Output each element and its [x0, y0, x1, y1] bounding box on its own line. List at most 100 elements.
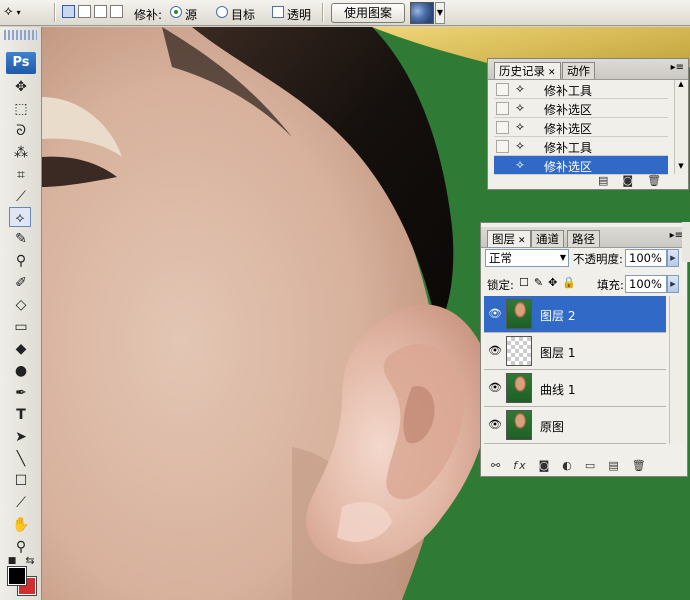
type-tool-icon[interactable]: T: [10, 405, 32, 425]
layer-row[interactable]: 👁 图层 1: [484, 333, 666, 370]
eye-icon[interactable]: 👁: [488, 344, 502, 357]
layer-style-icon[interactable]: fx: [513, 459, 527, 472]
eye-icon[interactable]: 👁: [488, 307, 502, 320]
foreground-color-swatch[interactable]: [7, 566, 27, 586]
history-snapshot-checkbox[interactable]: [496, 121, 509, 134]
subtract-selection-mode-button[interactable]: [94, 5, 107, 18]
tab-actions-label: 动作: [567, 64, 590, 78]
lock-icons[interactable]: ☐✎✥🔒: [519, 276, 581, 289]
new-document-from-state-icon[interactable]: ▤: [598, 174, 608, 187]
history-item-label: 修补选区: [544, 103, 593, 117]
notes-tool-icon[interactable]: ☐: [10, 471, 32, 491]
history-snapshot-checkbox[interactable]: [496, 102, 509, 115]
line-tool-icon[interactable]: ╲: [10, 449, 32, 469]
patch-tool-icon[interactable]: ⟡: [9, 207, 31, 227]
fill-slider-arrow-icon[interactable]: ▶: [667, 275, 679, 293]
slice-tool-icon[interactable]: ⟋: [10, 187, 32, 207]
transparent-checkbox-label[interactable]: 透明: [287, 6, 311, 23]
opacity-input[interactable]: 100%: [625, 249, 667, 267]
tab-layers[interactable]: 图层 ✕: [487, 230, 531, 247]
history-scrollbar[interactable]: ▲ ▼: [674, 80, 688, 174]
add-selection-mode-button[interactable]: [78, 5, 91, 18]
pen-tool-icon[interactable]: ✒: [10, 383, 32, 403]
layer-thumbnail: [506, 299, 532, 329]
intersect-selection-mode-button[interactable]: [110, 5, 123, 18]
panel-dock-scroll[interactable]: [682, 222, 690, 262]
adjustment-layer-icon[interactable]: ◐: [562, 459, 574, 472]
blur-tool-icon[interactable]: ◆: [10, 339, 32, 359]
layers-footer: ⚯ fx ◙ ◐ ▭ ▤ 🗑: [491, 459, 648, 472]
panel-menu-icon[interactable]: ▸≡: [670, 230, 683, 241]
eraser-tool-icon[interactable]: ◇: [10, 295, 32, 315]
scroll-down-icon[interactable]: ▼: [675, 162, 687, 174]
layer-row[interactable]: 👁 图层 2: [484, 296, 666, 333]
gradient-tool-icon[interactable]: ▭: [10, 317, 32, 337]
patch-tool-icon: ⟡: [516, 157, 524, 171]
pattern-picker-arrow-icon[interactable]: ▼: [435, 2, 445, 24]
history-snapshot-checkbox[interactable]: [496, 83, 509, 96]
tab-paths-label: 路径: [572, 232, 595, 246]
pattern-swatch[interactable]: [410, 2, 434, 24]
layer-mask-icon[interactable]: ◙: [539, 459, 552, 472]
layer-thumbnail: [506, 336, 532, 366]
source-radio-label[interactable]: 源: [185, 6, 197, 23]
hand-tool-icon[interactable]: ✋: [10, 515, 32, 535]
patch-tool-icon: ⟡: [516, 81, 524, 95]
panel-menu-icon[interactable]: ▸≡: [671, 62, 684, 73]
trash-icon[interactable]: 🗑: [632, 459, 648, 472]
move-tool-icon[interactable]: ✥: [10, 77, 32, 97]
path-selection-tool-icon[interactable]: ➤: [10, 427, 32, 447]
history-item[interactable]: ⟡ 修补工具: [494, 137, 668, 156]
close-icon[interactable]: ✕: [518, 236, 526, 246]
toolbox-grip[interactable]: [4, 30, 37, 40]
new-selection-mode-button[interactable]: [62, 5, 75, 18]
destination-radio-label[interactable]: 目标: [231, 6, 255, 23]
new-layer-icon[interactable]: ▤: [608, 459, 620, 472]
tab-history[interactable]: 历史记录 ✕: [494, 62, 561, 79]
use-pattern-button[interactable]: 使用图案: [331, 3, 405, 23]
opacity-slider-arrow-icon[interactable]: ▶: [667, 249, 679, 267]
history-item[interactable]: ⟡ 修补选区: [494, 99, 668, 118]
destination-radio[interactable]: [216, 6, 228, 18]
layers-panel-tabs: 图层 ✕ 通道 路径 ▸≡: [481, 227, 687, 248]
history-state-marker-icon[interactable]: [496, 159, 509, 172]
lasso-tool-icon[interactable]: ᘐ: [10, 121, 32, 141]
blend-mode-select[interactable]: 正常 ▼: [485, 249, 569, 267]
transparent-checkbox[interactable]: [272, 6, 284, 18]
close-icon[interactable]: ✕: [548, 68, 556, 78]
tab-paths[interactable]: 路径: [567, 230, 600, 247]
eyedropper-tool-icon[interactable]: ⟋: [10, 493, 32, 513]
layer-row[interactable]: 👁 曲线 1: [484, 370, 666, 407]
history-item[interactable]: ⟡ 修补选区: [494, 118, 668, 137]
history-item[interactable]: ⟡ 修补选区: [494, 156, 668, 175]
options-bar: ⟡ ▾ 修补: 源 目标 透明 使用图案 ▼: [0, 0, 690, 26]
scroll-up-icon[interactable]: ▲: [675, 80, 687, 92]
marquee-tool-icon[interactable]: ⬚: [10, 99, 32, 119]
eye-icon[interactable]: 👁: [488, 418, 502, 431]
toolbox: Ps ✥ ⬚ ᘐ ⁂ ⌗ ⟋ ⟡ ✎ ⚲ ✐ ◇ ▭ ◆ ● ✒ T ➤ ╲ ☐…: [0, 27, 42, 600]
source-radio[interactable]: [170, 6, 182, 18]
history-brush-tool-icon[interactable]: ✐: [10, 273, 32, 293]
eye-icon[interactable]: 👁: [488, 381, 502, 394]
crop-tool-icon[interactable]: ⌗: [10, 165, 32, 185]
clone-stamp-tool-icon[interactable]: ⚲: [10, 251, 32, 271]
history-item[interactable]: ⟡ 修补工具: [494, 80, 668, 99]
tab-channels[interactable]: 通道: [531, 230, 564, 247]
history-panel: 历史记录 ✕ 动作 ▸≡ ⟡ 修补工具 ⟡ 修补选区 ⟡ 修补选区 ⟡ 修补工具 …: [487, 58, 689, 190]
dodge-tool-icon[interactable]: ●: [10, 361, 32, 381]
link-layers-icon[interactable]: ⚯: [491, 459, 502, 472]
new-group-icon[interactable]: ▭: [585, 459, 597, 472]
fill-input[interactable]: 100%: [625, 275, 667, 293]
tab-actions[interactable]: 动作: [562, 62, 595, 79]
layers-scrollbar[interactable]: [669, 296, 685, 444]
history-snapshot-checkbox[interactable]: [496, 140, 509, 153]
layer-row[interactable]: 👁 原图: [484, 407, 666, 444]
patch-tool-icon[interactable]: ⟡ ▾: [4, 2, 36, 22]
trash-icon[interactable]: 🗑: [647, 174, 661, 187]
layer-name: 图层 1: [540, 346, 576, 360]
history-item-label: 修补工具: [544, 84, 593, 98]
tab-layers-label: 图层: [492, 232, 515, 246]
brush-tool-icon[interactable]: ✎: [10, 229, 32, 249]
new-snapshot-icon[interactable]: ◙: [622, 174, 633, 187]
magic-wand-tool-icon[interactable]: ⁂: [10, 143, 32, 163]
